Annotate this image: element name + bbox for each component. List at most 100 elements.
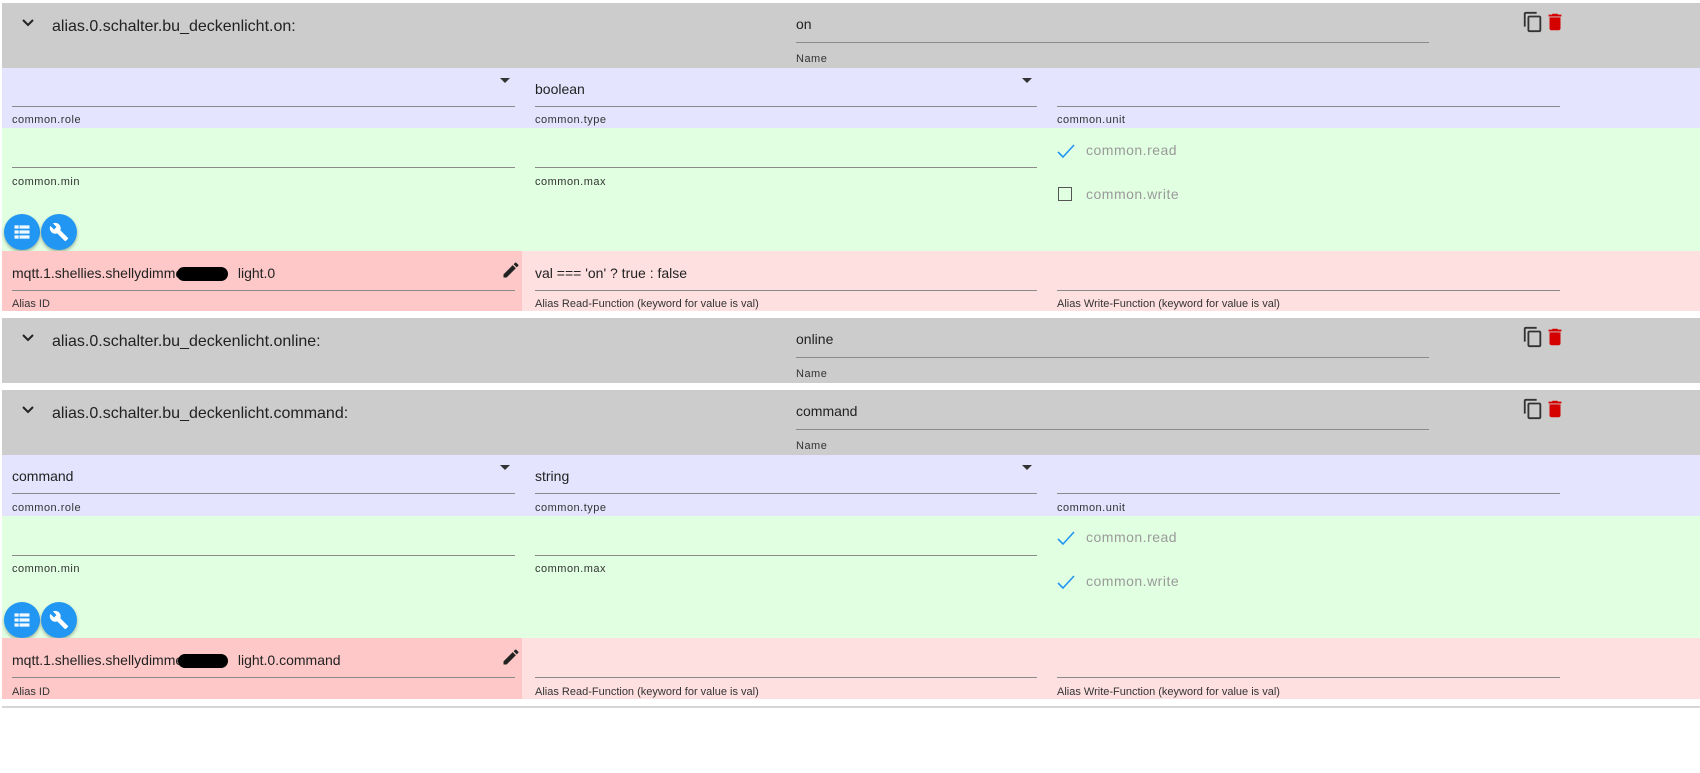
write-function-label: Alias Write-Function (keyword for value … xyxy=(1057,298,1280,310)
type-select[interactable]: string xyxy=(535,468,569,484)
read-checkbox[interactable]: common.read xyxy=(1055,527,1255,549)
caret-down-icon[interactable] xyxy=(498,463,512,473)
type-underline xyxy=(535,106,1037,107)
alias-id-input[interactable]: mqtt.1.shellies.shellydimmer light.0 xyxy=(12,265,275,281)
min-underline xyxy=(12,167,515,168)
copy-button[interactable] xyxy=(1522,324,1544,350)
alias-id-suffix: light.0.command xyxy=(237,652,341,668)
unit-underline xyxy=(1057,493,1560,494)
state-id-title: alias.0.schalter.bu_deckenlicht.command: xyxy=(52,405,349,422)
expand-toggle[interactable] xyxy=(14,11,42,35)
copy-icon xyxy=(1523,398,1542,420)
alias-id-underline xyxy=(12,290,515,291)
max-underline xyxy=(535,167,1037,168)
name-input-underline xyxy=(796,429,1429,430)
name-input-underline xyxy=(796,42,1429,43)
list-button[interactable] xyxy=(4,214,40,250)
pencil-icon[interactable] xyxy=(501,260,521,280)
type-label: common.type xyxy=(535,114,607,126)
min-label: common.min xyxy=(12,176,80,188)
write-label: common.write xyxy=(1086,573,1180,589)
chevron-down-icon xyxy=(22,334,34,342)
alias-id-prefix: mqtt.1.shellies.shellydimmer xyxy=(12,265,188,281)
name-input[interactable]: on xyxy=(796,16,812,32)
name-input-underline xyxy=(796,357,1429,358)
role-underline xyxy=(12,493,515,494)
write-function-label: Alias Write-Function (keyword for value … xyxy=(1057,686,1280,698)
edit-settings-button[interactable] xyxy=(41,602,77,638)
caret-down-icon[interactable] xyxy=(498,76,512,86)
flags-section: common.min common.max common.read common… xyxy=(2,516,1700,638)
name-input[interactable]: command xyxy=(796,403,857,419)
trash-icon xyxy=(1548,328,1562,346)
min-underline xyxy=(12,555,515,556)
alias-id-underline xyxy=(12,677,515,678)
flags-section: common.min common.max common.read common… xyxy=(2,128,1700,251)
name-label: Name xyxy=(796,368,828,380)
read-checkbox[interactable]: common.read xyxy=(1055,140,1255,162)
delete-button[interactable] xyxy=(1544,324,1566,350)
chevron-down-icon xyxy=(22,19,34,27)
wrench-icon xyxy=(49,222,69,242)
copy-icon xyxy=(1523,11,1542,33)
name-input[interactable]: online xyxy=(796,331,833,347)
unit-label: common.unit xyxy=(1057,114,1126,126)
alias-id-area xyxy=(2,251,522,311)
caret-down-icon[interactable] xyxy=(1020,463,1034,473)
role-label: common.role xyxy=(12,114,82,126)
copy-button[interactable] xyxy=(1522,396,1544,422)
write-label: common.write xyxy=(1086,186,1180,202)
delete-button[interactable] xyxy=(1544,396,1566,422)
read-function-label: Alias Read-Function (keyword for value i… xyxy=(535,298,759,310)
caret-down-icon[interactable] xyxy=(1020,76,1034,86)
min-label: common.min xyxy=(12,563,80,575)
role-label: common.role xyxy=(12,502,82,514)
alias-id-input[interactable]: mqtt.1.shellies.shellydimmer light.0.comm… xyxy=(12,652,341,668)
row-header: alias.0.schalter.bu_deckenlicht.online: … xyxy=(2,318,1700,383)
alias-id-label: Alias ID xyxy=(12,298,50,310)
delete-button[interactable] xyxy=(1544,9,1566,35)
alias-id-label: Alias ID xyxy=(12,686,50,698)
common-section: command common.role string common.type c… xyxy=(2,455,1700,516)
role-select[interactable]: command xyxy=(12,468,73,484)
unit-underline xyxy=(1057,106,1560,107)
state-id-title: alias.0.schalter.bu_deckenlicht.online: xyxy=(52,333,321,350)
copy-button[interactable] xyxy=(1522,9,1544,35)
trash-icon xyxy=(1548,13,1562,31)
max-label: common.max xyxy=(535,176,607,188)
checkmark-icon xyxy=(1057,575,1075,590)
alias-id-suffix: light.0 xyxy=(237,265,276,281)
edit-settings-button[interactable] xyxy=(41,214,77,250)
row-header: alias.0.schalter.bu_deckenlicht.on: on N… xyxy=(2,3,1700,68)
role-underline xyxy=(12,106,515,107)
read-label: common.read xyxy=(1086,142,1178,158)
type-underline xyxy=(535,493,1037,494)
alias-id-prefix: mqtt.1.shellies.shellydimmer xyxy=(12,652,188,668)
alias-section: mqtt.1.shellies.shellydimmer light.0 Alia… xyxy=(2,251,1700,311)
write-checkbox[interactable]: common.write xyxy=(1055,571,1255,593)
read-label: common.read xyxy=(1086,529,1178,545)
name-label: Name xyxy=(796,53,828,65)
write-checkbox[interactable]: common.write xyxy=(1055,184,1255,206)
row-header: alias.0.schalter.bu_deckenlicht.command:… xyxy=(2,390,1700,455)
alias-id-area xyxy=(2,638,522,699)
expand-toggle[interactable] xyxy=(14,326,42,350)
read-function-label: Alias Read-Function (keyword for value i… xyxy=(535,686,759,698)
pencil-icon[interactable] xyxy=(501,647,521,667)
type-select[interactable]: boolean xyxy=(535,81,585,97)
read-function-input[interactable]: val === 'on' ? true : false xyxy=(535,265,687,281)
max-label: common.max xyxy=(535,563,607,575)
checkbox-empty xyxy=(1058,187,1072,201)
write-function-underline xyxy=(1057,290,1560,291)
trash-icon xyxy=(1548,400,1562,418)
list-button[interactable] xyxy=(4,602,40,638)
copy-icon xyxy=(1523,326,1542,348)
write-function-underline xyxy=(1057,677,1560,678)
redaction-mark xyxy=(178,654,228,668)
chevron-down-icon xyxy=(22,406,34,414)
checkmark-icon xyxy=(1057,144,1075,159)
state-id-title: alias.0.schalter.bu_deckenlicht.on: xyxy=(52,18,296,35)
list-bottom-divider xyxy=(2,706,1700,708)
type-label: common.type xyxy=(535,502,607,514)
expand-toggle[interactable] xyxy=(14,398,42,422)
